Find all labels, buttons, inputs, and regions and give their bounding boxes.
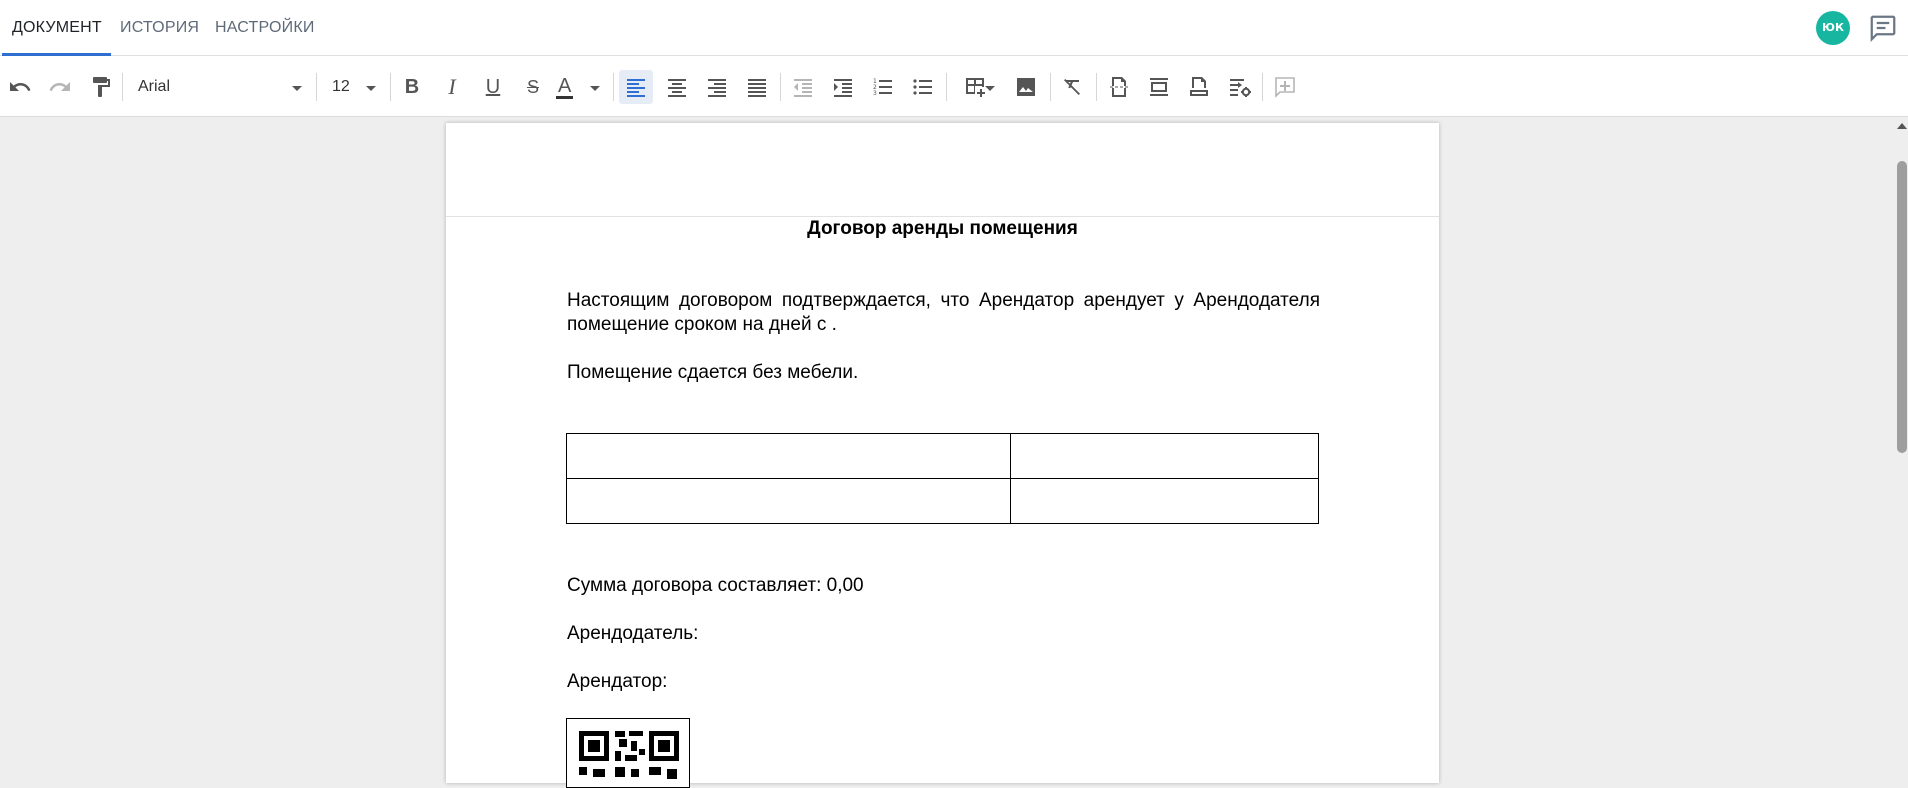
image-icon <box>1017 78 1035 96</box>
numbered-list-icon: 1 2 3 <box>873 78 892 97</box>
tenant-label: Арендатор: <box>567 671 668 692</box>
align-center-icon <box>668 79 686 97</box>
contract-sum: Сумма договора составляет: 0,00 <box>567 575 864 596</box>
clear-format-icon <box>1064 79 1080 95</box>
toolbar-separator <box>780 73 781 101</box>
bold-icon: B <box>404 75 420 98</box>
toolbar-separator <box>122 73 123 101</box>
numbered-list-button[interactable]: 1 2 3 <box>866 70 900 104</box>
page-break-button[interactable] <box>1102 70 1136 104</box>
qr-code-icon <box>579 731 679 779</box>
page-header-boundary <box>446 216 1439 217</box>
clear-formatting-button[interactable] <box>1055 70 1089 104</box>
top-tab-bar: ДОКУМЕНТ ИСТОРИЯ НАСТРОЙКИ ЮК <box>0 0 1908 56</box>
indent-icon <box>834 79 852 97</box>
increase-indent-button[interactable] <box>826 70 860 104</box>
furniture-paragraph: Помещение сдается без мебели. <box>567 362 859 383</box>
align-center-button[interactable] <box>660 70 694 104</box>
table-cell[interactable] <box>566 478 1011 524</box>
undo-icon <box>10 82 31 91</box>
header-footer-button[interactable] <box>1142 70 1176 104</box>
insert-image-button[interactable] <box>1009 70 1043 104</box>
comments-icon <box>1870 15 1896 42</box>
scroll-up-arrow-icon[interactable] <box>1897 123 1907 129</box>
font-family-value: Arial <box>138 78 171 95</box>
toolbar-separator <box>316 73 317 101</box>
underline-button[interactable]: U <box>476 70 510 104</box>
align-justify-icon <box>748 79 766 97</box>
align-right-icon <box>708 79 726 97</box>
redo-button[interactable] <box>43 70 77 104</box>
table-cell[interactable] <box>1010 433 1319 479</box>
toolbar-separator <box>1262 73 1263 101</box>
page-margins-button[interactable] <box>1182 70 1216 104</box>
landlord-label: Арендодатель: <box>567 623 699 644</box>
bulleted-list-button[interactable] <box>906 70 940 104</box>
vertical-scrollbar-thumb[interactable] <box>1897 161 1907 453</box>
strikethrough-icon: S <box>526 76 539 97</box>
toolbar-separator <box>613 73 614 101</box>
tab-settings[interactable]: НАСТРОЙКИ <box>215 0 315 56</box>
align-right-button[interactable] <box>700 70 734 104</box>
table-cell[interactable] <box>566 433 1011 479</box>
font-family-select[interactable]: Arial <box>138 70 308 104</box>
paint-roller-icon <box>93 77 110 97</box>
italic-icon: I <box>448 74 456 99</box>
align-justify-button[interactable] <box>740 70 774 104</box>
add-comment-icon <box>1275 77 1295 98</box>
strikethrough-button[interactable]: S <box>516 70 550 104</box>
table-row <box>566 433 1319 479</box>
redo-icon <box>49 82 70 91</box>
tab-history[interactable]: ИСТОРИЯ <box>120 0 199 56</box>
qr-code-image <box>566 718 690 788</box>
document-table[interactable] <box>566 433 1319 524</box>
table-cell[interactable] <box>1010 478 1319 524</box>
font-size-value: 12 <box>332 78 350 95</box>
bulleted-list-icon <box>913 79 932 95</box>
undo-button[interactable] <box>3 70 37 104</box>
align-left-button[interactable] <box>619 70 653 104</box>
add-comment-button[interactable] <box>1268 70 1302 104</box>
chevron-down-icon <box>985 86 995 91</box>
document-title: Договор аренды помещения <box>807 218 1078 239</box>
text-color-icon: A <box>556 74 574 99</box>
chevron-down-icon <box>366 86 376 91</box>
table-row <box>566 478 1319 524</box>
outdent-icon <box>794 79 812 97</box>
italic-button[interactable]: I <box>435 70 469 104</box>
format-painter-button[interactable] <box>84 70 118 104</box>
header-footer-icon <box>1150 78 1168 96</box>
toolbar-separator <box>946 73 947 101</box>
settings-list-icon <box>1230 79 1251 97</box>
decrease-indent-button[interactable] <box>786 70 820 104</box>
toolbar-separator <box>1096 73 1097 101</box>
page-break-icon <box>1110 77 1128 97</box>
toolbar-separator <box>390 73 391 101</box>
underline-icon: U <box>485 75 501 98</box>
document-settings-button[interactable] <box>1223 70 1257 104</box>
svg-text:3: 3 <box>873 90 877 97</box>
tab-document[interactable]: ДОКУМЕНТ <box>12 0 102 56</box>
bold-button[interactable]: B <box>395 70 429 104</box>
document-page[interactable]: Договор аренды помещения Настоящим догов… <box>446 123 1439 788</box>
contract-paragraph: Настоящим договором подтверждается, что … <box>567 290 1320 335</box>
ruler-icon <box>1190 77 1208 96</box>
toolbar-separator <box>1050 73 1051 101</box>
chevron-down-icon <box>590 86 600 91</box>
formatting-toolbar: Arial 12 B I U S A 1 2 3 <box>0 56 1908 117</box>
align-left-icon <box>627 79 645 97</box>
chevron-down-icon <box>292 86 302 91</box>
table-icon <box>966 78 985 97</box>
comments-button[interactable] <box>1868 13 1898 43</box>
user-avatar[interactable]: ЮК <box>1816 11 1850 45</box>
